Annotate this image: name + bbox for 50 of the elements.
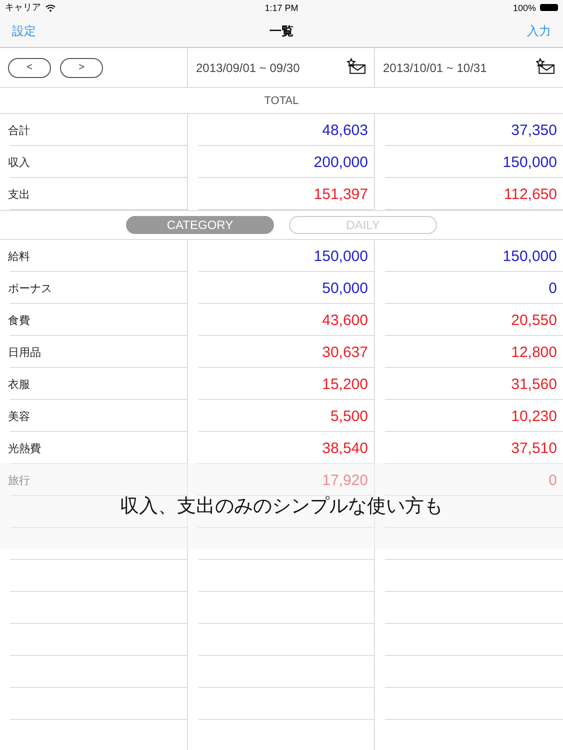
- input-button[interactable]: 入力: [527, 22, 551, 40]
- row-label: 旅行: [8, 472, 30, 488]
- amount: 15,200: [322, 376, 368, 392]
- envelope-star-icon[interactable]: [347, 58, 366, 74]
- row-label: 支出: [8, 186, 30, 202]
- screen-title: 一覧: [270, 22, 294, 40]
- amount: 43,600: [322, 312, 368, 328]
- row-label: 衣服: [8, 376, 30, 392]
- amount: 31,560: [511, 376, 557, 392]
- carrier-label: キャリア: [5, 1, 41, 14]
- next-button[interactable]: >: [60, 58, 103, 78]
- envelope-star-icon[interactable]: [536, 58, 555, 74]
- amount: 50,000: [322, 280, 368, 296]
- amount: 37,510: [511, 440, 557, 456]
- section-title: TOTAL: [264, 94, 299, 106]
- amount: 30,637: [322, 344, 368, 360]
- amount: 112,650: [504, 186, 557, 202]
- previous-button[interactable]: <: [8, 58, 51, 78]
- amount: 0: [548, 280, 557, 296]
- amount: 38,540: [322, 440, 368, 456]
- amount: 151,397: [314, 186, 368, 202]
- wifi-icon: [45, 4, 56, 12]
- caption-text: 収入、支出のみのシンプルな使い方も: [120, 494, 443, 519]
- amount: 48,603: [322, 122, 368, 138]
- row-label: ボーナス: [8, 280, 52, 296]
- amount: 10,230: [511, 408, 557, 424]
- period-label: 2013/09/01 ~ 09/30: [196, 60, 300, 74]
- row-label: 日用品: [8, 344, 41, 360]
- amount: 37,350: [511, 122, 557, 138]
- amount: 200,000: [314, 154, 368, 170]
- amount: 5,500: [330, 408, 368, 424]
- row-label: 食費: [8, 312, 30, 328]
- amount: 17,920: [322, 472, 368, 488]
- battery-icon: [540, 4, 558, 11]
- row-label: 美容: [8, 408, 30, 424]
- row-label: 光熱費: [8, 440, 41, 456]
- period-label: 2013/10/01 ~ 10/31: [383, 60, 487, 74]
- amount: 150,000: [502, 154, 557, 170]
- amount: 150,000: [314, 248, 368, 264]
- segment-tab[interactable]: CATEGORY: [126, 216, 274, 234]
- amount: 20,550: [511, 312, 557, 328]
- row-label: 収入: [8, 154, 30, 170]
- row-label: 給料: [8, 248, 30, 264]
- amount: 0: [548, 472, 557, 488]
- battery-percent: 100%: [512, 2, 536, 12]
- settings-button[interactable]: 設定: [12, 22, 36, 40]
- amount: 150,000: [502, 248, 557, 264]
- amount: 12,800: [511, 344, 557, 360]
- row-label: 合計: [8, 122, 30, 138]
- status-time: 1:17 PM: [264, 2, 298, 12]
